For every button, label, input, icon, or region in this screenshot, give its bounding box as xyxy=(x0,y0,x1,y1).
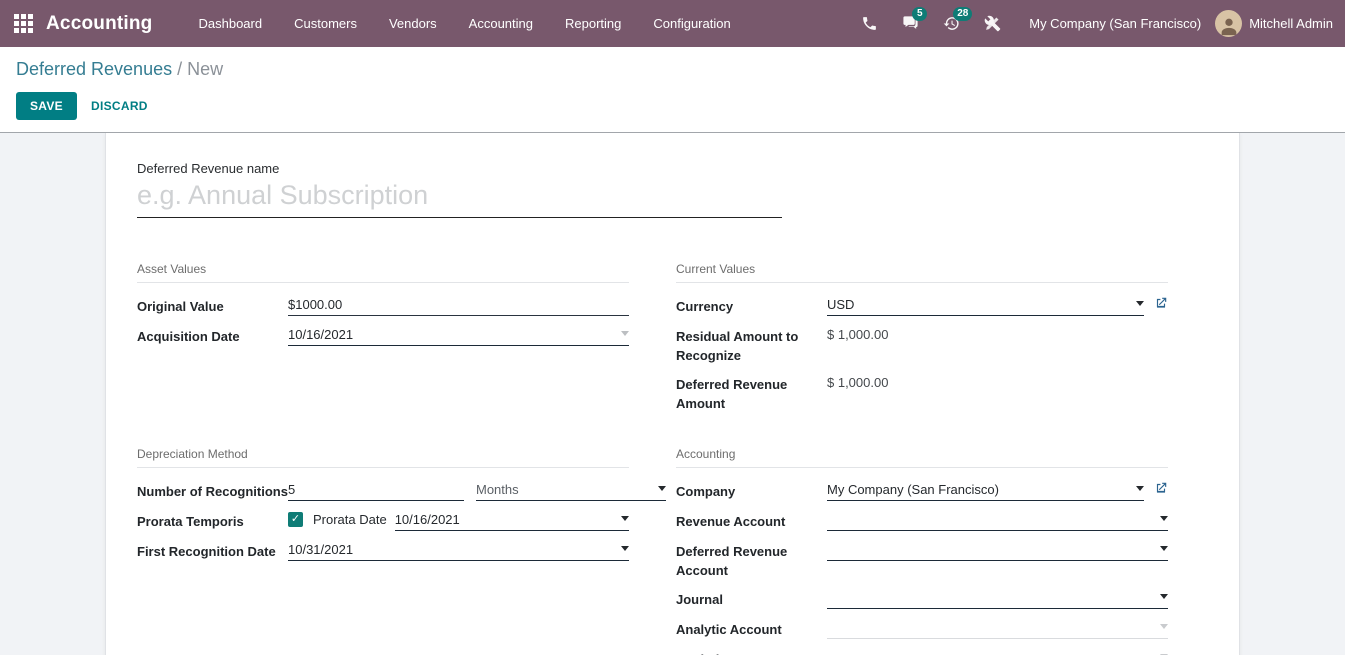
user-name: Mitchell Admin xyxy=(1249,16,1333,31)
depreciation-method-title: Depreciation Method xyxy=(137,447,629,468)
field-journal: Journal xyxy=(676,588,1168,610)
prorata-date-input[interactable] xyxy=(395,510,615,527)
residual-amount-value: $ 1,000.00 xyxy=(827,325,888,342)
field-deferred-amount: Deferred Revenue Amount $ 1,000.00 xyxy=(676,373,1168,413)
field-deferred-revenue-account: Deferred Revenue Account xyxy=(676,540,1168,580)
main-menu: Dashboard Customers Vendors Accounting R… xyxy=(183,0,747,47)
name-field-label: Deferred Revenue name xyxy=(137,161,1208,176)
field-number-of-recognitions: Number of Recognitions xyxy=(137,480,629,502)
content-area: Deferred Revenue name Asset Values Origi… xyxy=(0,133,1345,655)
deferred-amount-value: $ 1,000.00 xyxy=(827,373,888,390)
asset-values-title: Asset Values xyxy=(137,262,629,283)
current-values-title: Current Values xyxy=(676,262,1168,283)
top-navbar: Accounting Dashboard Customers Vendors A… xyxy=(0,0,1345,47)
voip-button[interactable] xyxy=(849,0,890,47)
accounting-title: Accounting xyxy=(676,447,1168,468)
chevron-down-icon[interactable] xyxy=(1160,546,1168,551)
phone-icon xyxy=(861,15,878,32)
company-switcher[interactable]: My Company (San Francisco) xyxy=(1029,16,1201,31)
breadcrumb-parent[interactable]: Deferred Revenues xyxy=(16,59,172,79)
tools-icon xyxy=(984,15,1001,32)
chevron-down-icon[interactable] xyxy=(1160,516,1168,521)
user-menu[interactable]: Mitchell Admin xyxy=(1215,10,1333,37)
field-first-recognition-date: First Recognition Date xyxy=(137,540,629,562)
deferred-revenue-name-input[interactable] xyxy=(137,178,782,218)
analytic-account-input[interactable] xyxy=(827,618,1154,635)
chevron-down-icon[interactable] xyxy=(621,516,629,521)
field-original-value: Original Value xyxy=(137,295,629,317)
revenue-account-input[interactable] xyxy=(827,510,1154,527)
menu-dashboard[interactable]: Dashboard xyxy=(183,0,279,47)
menu-customers[interactable]: Customers xyxy=(278,0,373,47)
first-recognition-date-input[interactable] xyxy=(288,540,615,557)
app-brand[interactable]: Accounting xyxy=(46,13,153,35)
menu-reporting[interactable]: Reporting xyxy=(549,0,637,47)
acquisition-date-input[interactable] xyxy=(288,325,615,342)
breadcrumb-current: New xyxy=(187,59,223,79)
debug-tools-button[interactable] xyxy=(972,0,1013,47)
field-analytic-account: Analytic Account xyxy=(676,618,1168,640)
chevron-down-icon[interactable] xyxy=(621,331,629,336)
section-depreciation-method: Depreciation Method Number of Recognitio… xyxy=(137,447,629,655)
recognition-period-select[interactable] xyxy=(476,480,652,497)
save-button[interactable]: SAVE xyxy=(16,92,77,120)
chevron-down-icon[interactable] xyxy=(1160,594,1168,599)
apps-menu-button[interactable] xyxy=(0,0,46,47)
chevron-down-icon[interactable] xyxy=(621,546,629,551)
menu-vendors[interactable]: Vendors xyxy=(373,0,453,47)
prorata-date-label: Prorata Date xyxy=(313,512,387,527)
breadcrumb: Deferred Revenues / New xyxy=(16,59,1329,80)
currency-external-link-icon[interactable] xyxy=(1154,295,1168,315)
section-accounting: Accounting Company Revenue Account xyxy=(676,447,1168,655)
field-company: Company xyxy=(676,480,1168,502)
company-input[interactable] xyxy=(827,480,1130,497)
field-currency: Currency xyxy=(676,295,1168,317)
activities-button[interactable]: 28 xyxy=(931,0,972,47)
analytic-tag-input[interactable] xyxy=(827,648,1154,655)
breadcrumb-separator: / xyxy=(172,59,187,79)
field-analytic-tag: Analytic Tag xyxy=(676,648,1168,655)
activities-badge: 28 xyxy=(953,7,972,21)
chevron-down-icon[interactable] xyxy=(658,486,666,491)
number-of-recognitions-input[interactable] xyxy=(288,480,464,497)
chevron-down-icon[interactable] xyxy=(1136,486,1144,491)
journal-input[interactable] xyxy=(827,588,1154,605)
currency-input[interactable] xyxy=(827,295,1130,312)
systray: 5 28 My Company (San Francisco) Mitchell… xyxy=(849,0,1333,47)
avatar xyxy=(1215,10,1242,37)
control-panel: Deferred Revenues / New SAVE DISCARD xyxy=(0,47,1345,133)
company-external-link-icon[interactable] xyxy=(1154,480,1168,500)
deferred-revenue-account-input[interactable] xyxy=(827,540,1154,557)
apps-grid-icon xyxy=(14,14,33,33)
form-sheet: Deferred Revenue name Asset Values Origi… xyxy=(105,133,1240,655)
person-icon xyxy=(1218,15,1240,37)
messages-button[interactable]: 5 xyxy=(890,0,931,47)
prorata-temporis-checkbox[interactable]: ✓ xyxy=(288,512,303,527)
chevron-down-icon[interactable] xyxy=(1160,624,1168,629)
discard-button[interactable]: DISCARD xyxy=(91,99,148,113)
chevron-down-icon[interactable] xyxy=(1136,301,1144,306)
section-current-values: Current Values Currency Residual A xyxy=(676,262,1168,421)
section-asset-values: Asset Values Original Value Acquisition … xyxy=(137,262,629,421)
menu-configuration[interactable]: Configuration xyxy=(637,0,746,47)
messages-badge: 5 xyxy=(912,7,927,21)
menu-accounting[interactable]: Accounting xyxy=(453,0,549,47)
original-value-input[interactable] xyxy=(288,295,629,312)
field-acquisition-date: Acquisition Date xyxy=(137,325,629,347)
field-residual-amount: Residual Amount to Recognize $ 1,000.00 xyxy=(676,325,1168,365)
field-revenue-account: Revenue Account xyxy=(676,510,1168,532)
field-prorata-temporis: Prorata Temporis ✓ Prorata Date xyxy=(137,510,629,532)
